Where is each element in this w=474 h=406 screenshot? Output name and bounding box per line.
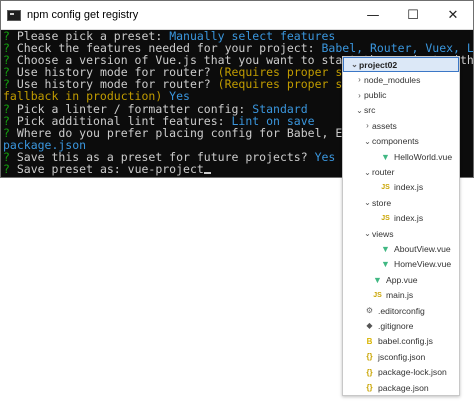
- explorer-item-label: HomeView.vue: [394, 259, 452, 270]
- close-button[interactable]: ✕: [433, 1, 473, 29]
- explorer-item-label: views: [372, 228, 394, 239]
- explorer-file-item[interactable]: ◆ .gitignore: [343, 318, 459, 333]
- vue-file-icon: ▼: [381, 243, 390, 254]
- explorer-item-label: .gitignore: [378, 320, 414, 331]
- chevron-down-icon: ⌄: [356, 105, 363, 115]
- explorer-item-label: index.js: [394, 213, 424, 224]
- explorer-folder-item[interactable]: ⌄ views: [343, 226, 459, 241]
- explorer-item-label: src: [364, 105, 376, 116]
- explorer-item-label: node_modules: [364, 74, 421, 85]
- vue-file-icon: ▼: [381, 151, 390, 162]
- json-file-icon: {}: [366, 367, 373, 377]
- explorer-file-item[interactable]: ▼ HelloWorld.vue: [343, 149, 459, 164]
- explorer-file-item[interactable]: JS index.js: [343, 180, 459, 195]
- explorer-folder-item[interactable]: ⌄ router: [343, 164, 459, 179]
- json-file-icon: {}: [366, 383, 373, 392]
- chevron-down-icon: ⌄: [364, 229, 371, 239]
- explorer-folder-item[interactable]: ⌄ store: [343, 195, 459, 210]
- explorer-file-item[interactable]: JS main.js: [343, 287, 459, 302]
- explorer-file-item[interactable]: JS index.js: [343, 211, 459, 226]
- file-explorer-panel: ⌄ project02 › node_modules › public ⌄ src › ass…: [342, 56, 460, 396]
- explorer-file-item[interactable]: ⚙ .editorconfig: [343, 303, 459, 318]
- explorer-item-label: package.json: [378, 382, 429, 393]
- chevron-down-icon: ⌄: [351, 60, 358, 69]
- terminal-text: vue-project: [127, 162, 204, 177]
- explorer-file-item[interactable]: ▼ App.vue: [343, 272, 459, 287]
- javascript-file-icon: JS: [381, 214, 390, 222]
- terminal-app-icon: [7, 9, 21, 21]
- chevron-right-icon: ›: [366, 121, 369, 131]
- minimize-button[interactable]: —: [353, 1, 393, 29]
- explorer-file-item[interactable]: ▼ HomeView.vue: [343, 257, 459, 272]
- explorer-root-folder[interactable]: ⌄ project02: [343, 57, 459, 72]
- explorer-item-label: store: [372, 197, 392, 208]
- explorer-file-item[interactable]: ⓘREADME.md: [343, 395, 459, 396]
- explorer-folder-item[interactable]: › node_modules: [343, 72, 459, 87]
- explorer-item-label: index.js: [394, 182, 424, 193]
- explorer-item-label: .editorconfig: [378, 305, 425, 316]
- explorer-item-label: jsconfig.json: [378, 351, 426, 362]
- explorer-file-item[interactable]: {} package.json: [343, 380, 459, 395]
- explorer-folder-item[interactable]: ⌄ src: [343, 103, 459, 118]
- text-cursor: [203, 172, 211, 175]
- explorer-item-label: HelloWorld.vue: [394, 151, 453, 162]
- explorer-file-item[interactable]: {} jsconfig.json: [343, 349, 459, 364]
- maximize-button[interactable]: ☐: [393, 1, 433, 29]
- explorer-item-label: AboutView.vue: [394, 243, 451, 254]
- json-file-icon: {}: [366, 352, 373, 362]
- terminal-title: npm config get registry: [27, 9, 139, 21]
- vue-file-icon: ▼: [381, 259, 390, 270]
- explorer-folder-item[interactable]: ⌄ components: [343, 134, 459, 149]
- babel-file-icon: B: [366, 336, 373, 346]
- javascript-file-icon: JS: [373, 291, 382, 299]
- chevron-right-icon: ›: [358, 75, 361, 85]
- chevron-right-icon: ›: [358, 90, 361, 100]
- explorer-file-item[interactable]: Bbabel.config.js: [343, 334, 459, 349]
- explorer-folder-item[interactable]: › public: [343, 87, 459, 102]
- config-file-icon: ⚙: [365, 306, 374, 316]
- explorer-item-label: assets: [372, 120, 397, 131]
- javascript-file-icon: JS: [381, 183, 390, 191]
- vue-file-icon: ▼: [373, 274, 382, 285]
- file-tree: › node_modules › public ⌄ src › assets ⌄ componen…: [343, 72, 459, 396]
- terminal-titlebar[interactable]: npm config get registry — ☐ ✕: [1, 1, 473, 30]
- git-file-icon: ◆: [366, 321, 373, 331]
- explorer-item-label: babel.config.js: [378, 336, 433, 347]
- explorer-folder-item[interactable]: › assets: [343, 118, 459, 133]
- explorer-item-label: package-lock.json: [378, 367, 447, 378]
- prompt-marker: ?: [3, 162, 17, 177]
- explorer-item-label: main.js: [386, 290, 414, 301]
- explorer-file-item[interactable]: ▼ AboutView.vue: [343, 241, 459, 256]
- chevron-down-icon: ⌄: [364, 167, 371, 177]
- explorer-item-label: components: [372, 136, 419, 147]
- explorer-item-label: router: [372, 167, 395, 178]
- explorer-file-item[interactable]: {} package-lock.json: [343, 364, 459, 379]
- root-folder-label: project02: [359, 59, 398, 70]
- explorer-item-label: public: [364, 90, 387, 101]
- chevron-down-icon: ⌄: [364, 136, 371, 146]
- terminal-text: Yes: [314, 149, 336, 164]
- terminal-text: Save preset as:: [16, 162, 128, 177]
- window-controls: — ☐ ✕: [353, 1, 473, 29]
- explorer-item-label: App.vue: [386, 274, 418, 285]
- chevron-down-icon: ⌄: [364, 198, 371, 208]
